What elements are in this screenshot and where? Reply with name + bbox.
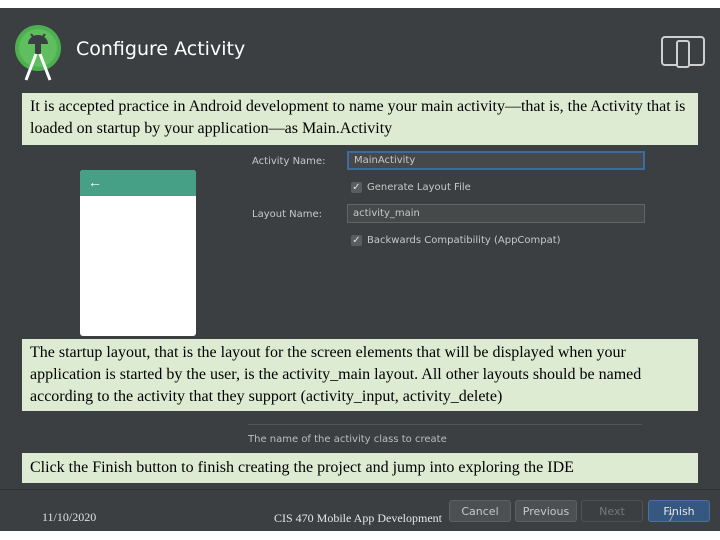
form-divider: [248, 424, 642, 425]
android-studio-logo-icon: [15, 25, 61, 81]
intro-note: It is accepted practice in Android devel…: [22, 93, 698, 145]
backwards-compat-checkbox[interactable]: ✓: [351, 235, 362, 246]
course-title: CIS 470 Mobile App Development: [274, 511, 442, 526]
backwards-compat-label: Backwards Compatibility (AppCompat): [367, 235, 561, 246]
cancel-button[interactable]: Cancel: [449, 500, 511, 522]
finish-note: Click the Finish button to finish creati…: [22, 453, 698, 483]
dialog-header: Configure Activity: [0, 8, 720, 92]
generate-layout-checkbox[interactable]: ✓: [351, 182, 362, 193]
layout-name-input[interactable]: activity_main: [347, 204, 645, 223]
activity-name-input[interactable]: MainActivity: [347, 151, 645, 170]
finish-button[interactable]: Finish: [648, 500, 710, 522]
next-button[interactable]: Next: [581, 500, 643, 522]
preview-toolbar: ←: [80, 170, 196, 196]
generate-layout-label: Generate Layout File: [367, 182, 471, 193]
activity-preview: ←: [80, 170, 196, 336]
previous-button[interactable]: Previous: [515, 500, 577, 522]
field-hint: The name of the activity class to create: [248, 434, 447, 445]
layout-note: The startup layout, that is the layout f…: [22, 339, 698, 411]
dialog-title: Configure Activity: [76, 38, 246, 60]
page-number: 7: [668, 510, 674, 524]
layout-name-label: Layout Name:: [252, 209, 323, 220]
back-arrow-icon: ←: [88, 174, 102, 190]
device-preview-icon: [661, 36, 705, 68]
slide-date: 11/10/2020: [42, 510, 97, 524]
activity-name-label: Activity Name:: [252, 156, 326, 167]
configure-activity-dialog: Configure Activity ← Activity Name: Main…: [0, 8, 720, 530]
